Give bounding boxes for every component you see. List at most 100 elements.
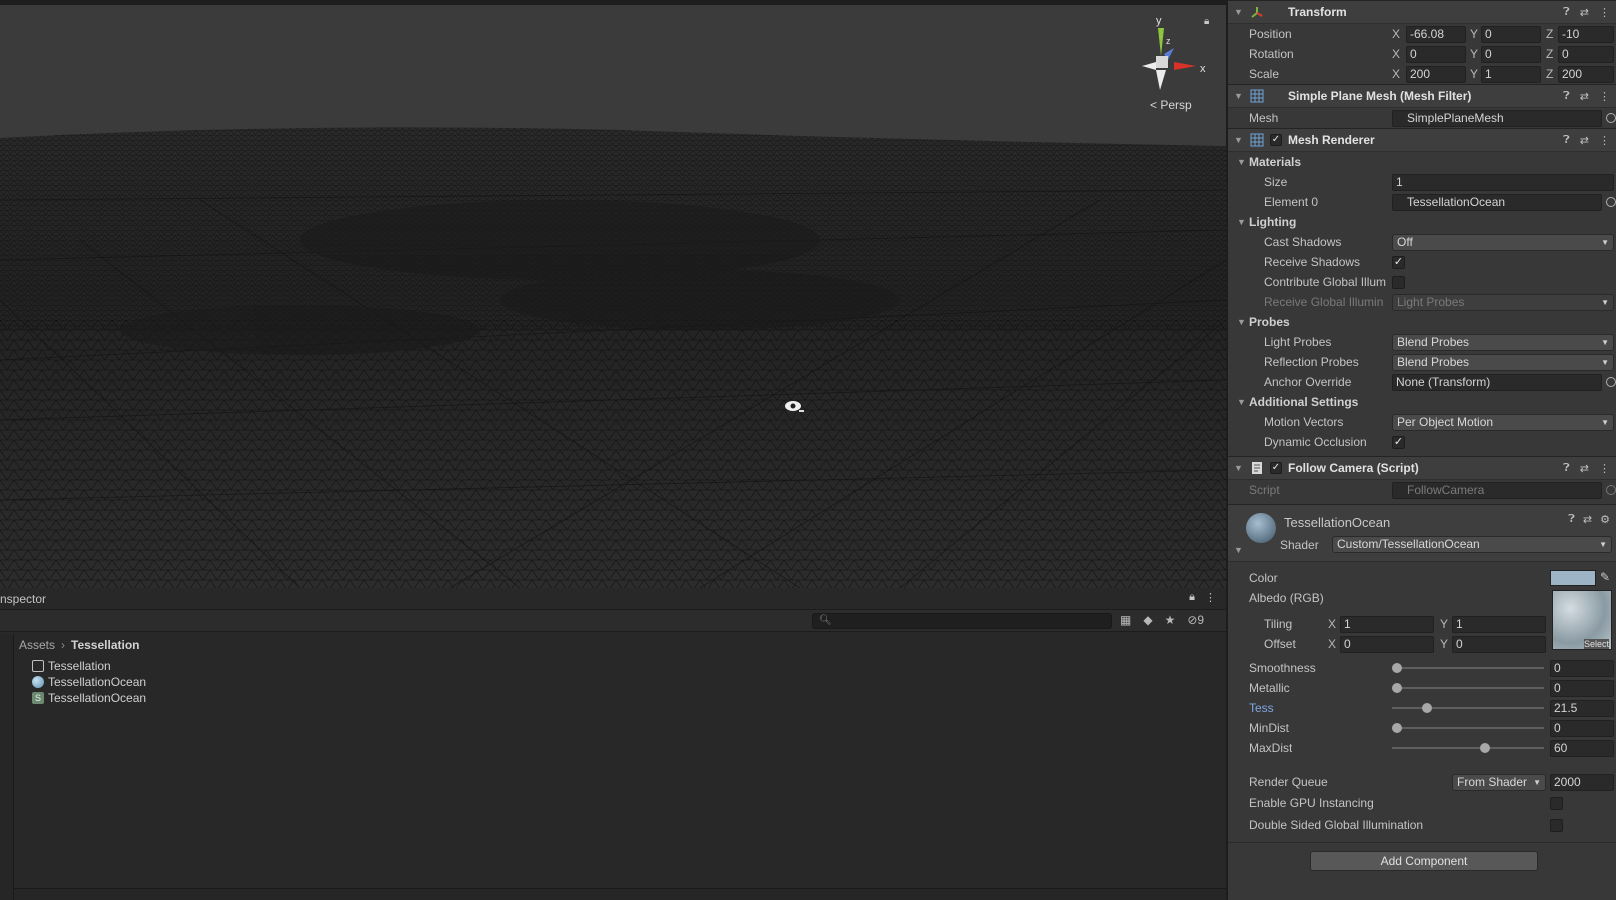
shader-dropdown[interactable]: Custom/TessellationOcean ▼ [1332,536,1612,553]
gizmo-neg-y-cone[interactable] [1156,70,1166,90]
smoothness-slider-knob[interactable] [1392,663,1402,673]
gizmo-center-cube[interactable] [1156,56,1168,68]
help-icon[interactable]: ❓︎ [1563,90,1570,103]
receive-shadows-checkbox[interactable]: ✓ [1392,255,1405,269]
material-header[interactable]: TessellationOcean Shader Custom/Tessella… [1228,504,1616,562]
breadcrumb-tessellation[interactable]: Tessellation [71,638,139,652]
maxdist-slider-track[interactable] [1392,747,1544,749]
maxdist-field[interactable]: 60 [1550,739,1614,757]
reflection-probes-dropdown[interactable]: Blend Probes ▼ [1392,353,1614,371]
scale-x-field[interactable]: 200 [1406,65,1466,83]
more-options-icon[interactable]: ⋮ [1599,6,1610,19]
axis-z-label[interactable]: Z [1546,47,1553,61]
gear-icon[interactable]: ⚙︎ [1600,513,1610,526]
position-y-field[interactable]: 0 [1481,25,1541,43]
double-sided-gi-checkbox[interactable] [1550,818,1563,832]
panel-tab-label[interactable]: nspector [0,592,46,606]
tess-slider-track[interactable] [1392,707,1544,709]
position-z-field[interactable]: -10 [1558,25,1614,43]
maxdist-slider-knob[interactable] [1480,743,1490,753]
axis-z-label[interactable]: Z [1546,67,1553,81]
axis-z-label[interactable]: Z [1546,27,1553,41]
projection-toggle[interactable]: < Persp [1150,98,1192,112]
axis-x-label[interactable]: X [1392,67,1400,81]
smoothness-slider-track[interactable] [1392,667,1544,669]
mindist-field[interactable]: 0 [1550,719,1614,737]
folder-tree-collapsed[interactable] [0,634,14,900]
axis-x-label[interactable]: X [1392,47,1400,61]
mindist-slider-track[interactable] [1392,727,1544,729]
element0-object-field[interactable]: TessellationOcean [1392,193,1602,211]
gizmo-y-cone[interactable] [1158,28,1164,56]
eyedropper-icon[interactable]: ✎ [1600,570,1610,584]
render-queue-dropdown[interactable]: From Shader ▼ [1452,773,1546,791]
object-picker-icon[interactable] [1606,197,1616,207]
color-swatch[interactable] [1550,570,1596,586]
mesh-filter-header[interactable]: ▼ Simple Plane Mesh (Mesh Filter) ❓︎ ⇄ ⋮ [1228,84,1616,108]
motion-vectors-dropdown[interactable]: Per Object Motion ▼ [1392,413,1614,431]
gizmo-neg-x-cone[interactable] [1142,62,1156,70]
axis-y-label[interactable]: Y [1470,47,1478,61]
axis-y-label[interactable]: Y [1440,617,1448,631]
preset-icon[interactable]: ⇄ [1580,90,1589,103]
axis-x-label[interactable]: X [1328,617,1336,631]
lock-icon[interactable]: 🔒︎ [1189,591,1195,604]
chevron-down-icon[interactable]: ▼ [1234,7,1243,17]
orientation-gizmo[interactable]: y x z [1128,10,1208,100]
axis-y-label[interactable]: Y [1470,27,1478,41]
list-item[interactable]: S TessellationOcean [32,690,146,706]
dynamic-occlusion-checkbox[interactable]: ✓ [1392,435,1405,449]
scale-z-field[interactable]: 200 [1558,65,1614,83]
list-item[interactable]: Tessellation [32,658,146,674]
materials-size-field[interactable]: 1 [1392,173,1614,191]
axis-x-label[interactable]: X [1328,637,1336,651]
preset-icon[interactable]: ⇄ [1580,462,1589,475]
render-queue-field[interactable]: 2000 [1550,773,1614,791]
favorite-star-icon[interactable]: ★ [1165,613,1176,627]
component-enabled-checkbox[interactable]: ✓ [1270,134,1282,146]
object-picker-icon[interactable] [1606,113,1616,123]
axis-y-label[interactable]: Y [1440,637,1448,651]
more-options-icon[interactable]: ⋮ [1599,462,1610,475]
search-input[interactable]: 🔍︎ [812,613,1112,629]
follow-camera-header[interactable]: ▼ ✓ Follow Camera (Script) ❓︎ ⇄ ⋮ [1228,456,1616,480]
axis-x-label[interactable]: X [1392,27,1400,41]
position-x-field[interactable]: -66.08 [1406,25,1466,43]
lighting-foldout[interactable]: ▼ Lighting [1228,212,1616,232]
object-picker-icon[interactable] [1606,377,1616,387]
chevron-down-icon[interactable]: ▼ [1237,317,1246,327]
breadcrumb-assets[interactable]: Assets [19,638,55,652]
preset-icon[interactable]: ⇄ [1580,134,1589,147]
metallic-field[interactable]: 0 [1550,679,1614,697]
metallic-slider-knob[interactable] [1392,683,1402,693]
help-icon[interactable]: ❓︎ [1563,462,1570,475]
additional-settings-foldout[interactable]: ▼ Additional Settings [1228,392,1616,412]
transform-header[interactable]: ▼ Transform ❓︎ ⇄ ⋮ [1228,0,1616,24]
contribute-gi-checkbox[interactable] [1392,275,1405,289]
gpu-instancing-checkbox[interactable] [1550,796,1563,810]
axis-y-label[interactable]: Y [1470,67,1478,81]
chevron-down-icon[interactable]: ▼ [1234,135,1243,145]
chevron-down-icon[interactable]: ▼ [1237,397,1246,407]
help-icon[interactable]: ❓︎ [1563,134,1570,147]
anchor-override-field[interactable]: None (Transform) [1392,373,1602,391]
smoothness-field[interactable]: 0 [1550,659,1614,677]
hidden-packages-icon[interactable]: ⊘9 [1187,613,1204,627]
rotation-z-field[interactable]: 0 [1558,45,1614,63]
chevron-down-icon[interactable]: ▼ [1237,217,1246,227]
preset-icon[interactable]: ⇄ [1580,6,1589,19]
chevron-down-icon[interactable]: ▼ [1234,91,1243,101]
scene-view[interactable]: y x z 🔒︎ < Persp [0,0,1226,588]
tiling-y-field[interactable]: 1 [1452,615,1546,633]
gizmo-x-cone[interactable] [1174,62,1196,70]
filter-by-type-icon[interactable]: ▦ [1120,613,1131,627]
chevron-down-icon[interactable]: ▼ [1237,157,1246,167]
scale-y-field[interactable]: 1 [1481,65,1541,83]
mindist-slider-knob[interactable] [1392,723,1402,733]
more-options-icon[interactable]: ⋮ [1599,90,1610,103]
help-icon[interactable]: ❓︎ [1568,513,1575,526]
mesh-renderer-header[interactable]: ▼ ✓ Mesh Renderer ❓︎ ⇄ ⋮ [1228,128,1616,152]
filter-by-label-icon[interactable]: ◆ [1143,613,1152,627]
add-component-button[interactable]: Add Component [1310,851,1538,871]
metallic-slider-track[interactable] [1392,687,1544,689]
